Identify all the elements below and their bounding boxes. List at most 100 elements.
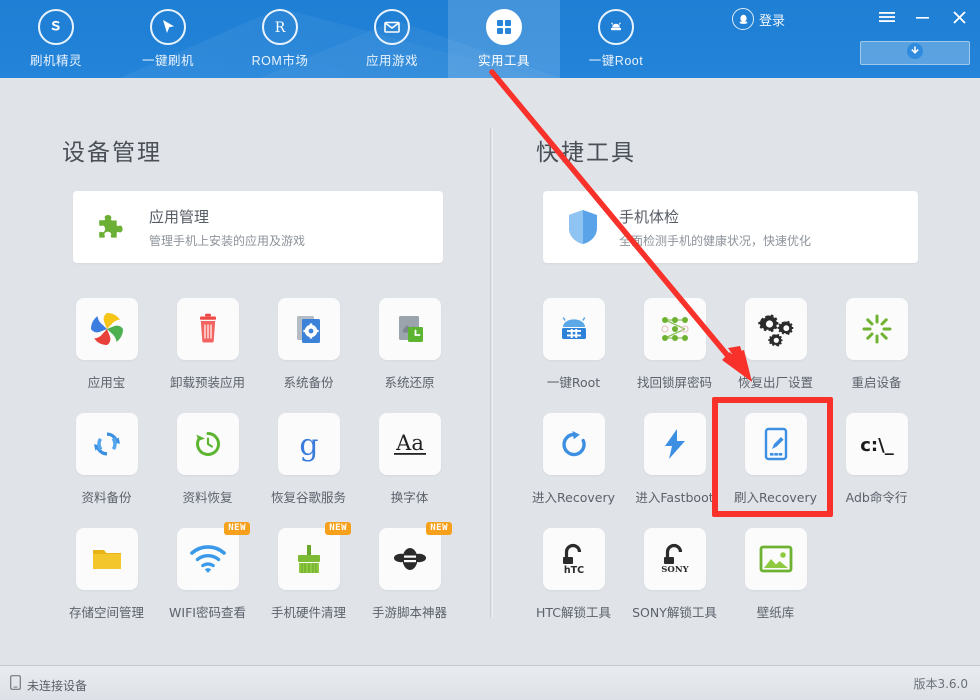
banner-title: 手机体检 bbox=[619, 208, 680, 226]
tool-label: 系统还原 bbox=[384, 375, 435, 390]
tool-data-restore[interactable]: 资料恢复 bbox=[157, 411, 258, 526]
title-bar: 刷机精灵 一键刷机 R ROM市场 应用游戏 实用工具 一键Root 登录 bbox=[0, 0, 980, 78]
tool-game-script-tool[interactable]: NEW 手游脚本神器 bbox=[359, 522, 460, 641]
app-management-banner[interactable]: 应用管理 管理手机上安装的应用及游戏 bbox=[73, 191, 443, 263]
new-badge: NEW bbox=[426, 522, 452, 535]
close-icon[interactable] bbox=[948, 6, 970, 28]
sync-arrows-icon bbox=[75, 413, 138, 475]
nav-item-yijianshuaji[interactable]: 一键刷机 bbox=[112, 0, 224, 78]
s-logo-icon bbox=[38, 9, 74, 45]
tool-yingyongbao[interactable]: 应用宝 bbox=[56, 296, 157, 411]
tool-label: 系统备份 bbox=[283, 375, 334, 390]
tool-restore-google-services[interactable]: g 恢复谷歌服务 bbox=[258, 411, 359, 526]
trash-can-icon bbox=[176, 298, 239, 360]
mail-icon bbox=[374, 9, 410, 45]
nav-label: 刷机精灵 bbox=[29, 54, 82, 68]
htc-unlock-icon: hTC bbox=[542, 528, 605, 590]
flash-device-icon bbox=[744, 413, 807, 475]
minimize-icon[interactable] bbox=[912, 6, 934, 28]
pattern-lock-icon bbox=[643, 298, 706, 360]
banner-text: 应用管理 管理手机上安装的应用及游戏 bbox=[149, 206, 305, 249]
tool-system-restore[interactable]: 系统还原 bbox=[359, 296, 460, 411]
download-manager-button[interactable] bbox=[860, 41, 970, 65]
shuajijingling-window: 刷机精灵 一键刷机 R ROM市场 应用游戏 实用工具 一键Root 登录 设备… bbox=[0, 0, 980, 700]
tool-sony-unlock[interactable]: SONY SONY解锁工具 bbox=[624, 526, 725, 641]
download-circle-icon bbox=[906, 42, 924, 65]
restart-burst-icon bbox=[845, 298, 908, 360]
android-root-icon bbox=[598, 9, 634, 45]
tool-factory-reset[interactable]: 恢复出厂设置 bbox=[725, 296, 826, 411]
broom-icon bbox=[277, 528, 340, 590]
login-label: 登录 bbox=[759, 12, 786, 28]
tool-label: 资料备份 bbox=[81, 490, 132, 505]
svg-text:c:\_: c:\_ bbox=[860, 435, 893, 456]
column-divider-highlight bbox=[492, 128, 493, 618]
menu-icon[interactable] bbox=[876, 6, 898, 28]
font-aa-icon: Aa bbox=[378, 413, 441, 475]
wallpaper-picture-icon bbox=[744, 528, 807, 590]
tool-htc-unlock[interactable]: hTC HTC解锁工具 bbox=[523, 526, 624, 641]
nav-item-utility-tools[interactable]: 实用工具 bbox=[448, 0, 560, 78]
status-bar: 未连接设备 版本3.6.0 bbox=[0, 665, 980, 700]
nav-label: ROM市场 bbox=[251, 54, 309, 68]
window-controls bbox=[876, 6, 970, 28]
main-navigation: 刷机精灵 一键刷机 R ROM市场 应用游戏 实用工具 一键Root bbox=[0, 0, 672, 78]
tool-label: HTC解锁工具 bbox=[535, 605, 612, 620]
sony-unlock-icon: SONY bbox=[643, 528, 706, 590]
header-right-controls: 登录 bbox=[720, 0, 980, 78]
tool-label: 壁纸库 bbox=[756, 605, 795, 620]
tool-label: 刷入Recovery bbox=[734, 490, 817, 505]
tool-enter-fastboot[interactable]: 进入Fastboot bbox=[624, 411, 725, 526]
tool-label: 找回锁屏密码 bbox=[636, 375, 712, 390]
wifi-icon bbox=[176, 528, 239, 590]
lightning-bolt-icon bbox=[643, 413, 706, 475]
tool-restart-device[interactable]: 重启设备 bbox=[826, 296, 927, 411]
new-badge: NEW bbox=[224, 522, 250, 535]
tool-flash-recovery[interactable]: 刷入Recovery bbox=[725, 411, 826, 526]
tool-change-font[interactable]: Aa 换字体 bbox=[359, 411, 460, 526]
phone-checkup-banner[interactable]: 手机体检 全面检测手机的健康状况，快速优化 bbox=[543, 191, 918, 263]
tool-data-backup[interactable]: 资料备份 bbox=[56, 411, 157, 526]
refresh-circle-icon bbox=[542, 413, 605, 475]
banner-subtitle: 全面检测手机的健康状况，快速优化 bbox=[619, 233, 812, 248]
tool-uninstall-preinstalled[interactable]: 卸载预装应用 bbox=[157, 296, 258, 411]
device-status-text: 未连接设备 bbox=[27, 678, 88, 693]
tool-label: 一键Root bbox=[546, 375, 601, 390]
quick-tools-grid: 一键Root 找回锁屏密码 恢复出厂设置 重启设备 进入Recovery 进入F… bbox=[523, 296, 927, 641]
folder-icon bbox=[75, 528, 138, 590]
tool-recover-lockscreen-password[interactable]: 找回锁屏密码 bbox=[624, 296, 725, 411]
nav-item-shuajijingling[interactable]: 刷机精灵 bbox=[0, 0, 112, 78]
tool-label: 资料恢复 bbox=[182, 490, 233, 505]
qq-penguin-icon bbox=[732, 8, 754, 30]
tool-wallpaper-library[interactable]: 壁纸库 bbox=[725, 526, 826, 641]
tool-adb-command-line[interactable]: c:\_ Adb命令行 bbox=[826, 411, 927, 526]
tool-system-backup[interactable]: 系统备份 bbox=[258, 296, 359, 411]
tool-enter-recovery[interactable]: 进入Recovery bbox=[523, 411, 624, 526]
nav-label: 应用游戏 bbox=[365, 54, 418, 68]
nav-item-one-key-root[interactable]: 一键Root bbox=[560, 0, 672, 78]
yingyongbao-icon bbox=[75, 298, 138, 360]
section-title-device-management: 设备管理 bbox=[62, 140, 162, 166]
cmd-prompt-icon: c:\_ bbox=[845, 413, 908, 475]
tool-label: 进入Fastboot bbox=[635, 490, 714, 505]
nav-item-rom-market[interactable]: R ROM市场 bbox=[224, 0, 336, 78]
rom-r-icon: R bbox=[262, 9, 298, 45]
column-divider bbox=[490, 128, 491, 618]
tool-wifi-password-viewer[interactable]: NEW WIFI密码查看 bbox=[157, 522, 258, 641]
tool-storage-management[interactable]: 存储空间管理 bbox=[56, 526, 157, 641]
tool-hardware-cleanup[interactable]: NEW 手机硬件清理 bbox=[258, 522, 359, 641]
puzzle-piece-icon bbox=[91, 205, 135, 249]
svg-text:R: R bbox=[275, 20, 286, 36]
tool-label: 存储空间管理 bbox=[68, 605, 144, 620]
system-backup-icon bbox=[277, 298, 340, 360]
tool-label: 手机硬件清理 bbox=[270, 605, 346, 620]
tool-label: 应用宝 bbox=[87, 375, 126, 390]
nav-label: 实用工具 bbox=[477, 54, 530, 68]
nav-item-apps-games[interactable]: 应用游戏 bbox=[336, 0, 448, 78]
grid-squares-icon bbox=[486, 9, 522, 45]
login-button[interactable]: 登录 bbox=[732, 8, 785, 30]
google-g-icon: g bbox=[277, 413, 340, 475]
tool-one-key-root[interactable]: 一键Root bbox=[523, 296, 624, 411]
tool-label: 换字体 bbox=[390, 490, 429, 505]
banner-subtitle: 管理手机上安装的应用及游戏 bbox=[149, 233, 306, 248]
